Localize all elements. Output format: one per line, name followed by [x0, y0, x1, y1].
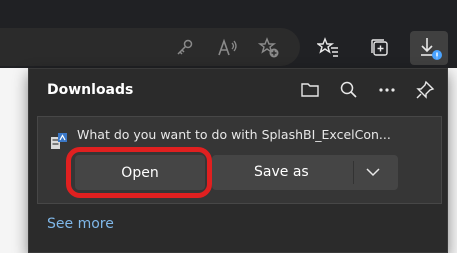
button-divider — [353, 161, 354, 184]
downloads-title: Downloads — [47, 82, 134, 98]
file-icon — [51, 133, 67, 149]
save-as-button[interactable]: Save as — [212, 155, 398, 190]
add-favorite-icon[interactable] — [257, 36, 281, 60]
pin-icon[interactable] — [414, 79, 436, 101]
address-bar[interactable] — [0, 28, 300, 66]
folder-icon[interactable] — [299, 79, 321, 101]
red-highlight-annotation — [66, 147, 212, 198]
downloads-icon — [421, 38, 442, 60]
more-icon[interactable] — [376, 79, 398, 101]
search-icon[interactable] — [338, 79, 360, 101]
save-as-label: Save as — [254, 164, 309, 180]
favorites-icon[interactable] — [316, 36, 340, 60]
download-prompt: What do you want to do with SplashBI_Exc… — [77, 127, 391, 142]
downloads-button[interactable] — [410, 31, 448, 65]
see-more-link[interactable]: See more — [47, 216, 114, 232]
read-aloud-icon[interactable] — [216, 36, 240, 60]
chevron-down-icon[interactable] — [364, 163, 382, 181]
collections-icon[interactable] — [368, 36, 392, 60]
key-icon[interactable] — [172, 36, 196, 60]
